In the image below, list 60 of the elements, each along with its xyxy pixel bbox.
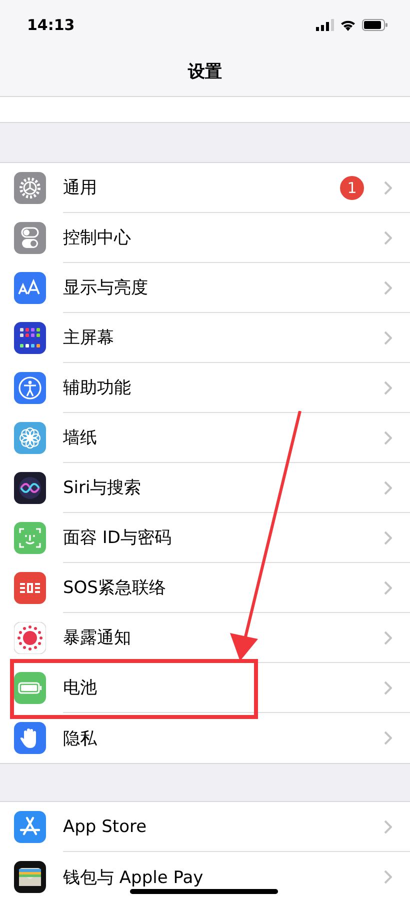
row-label: 控制中心 (63, 227, 132, 249)
battery-icon (14, 672, 46, 704)
chevron-icon (384, 680, 392, 694)
status-time: 14:13 (27, 16, 75, 34)
settings-row[interactable]: Siri与搜索 (0, 463, 410, 513)
settings-row[interactable]: 隐私 (0, 713, 410, 763)
chevron-icon (384, 731, 392, 745)
chevron-icon (384, 820, 392, 834)
row-label: 面容 ID与密码 (63, 527, 173, 549)
app-grid-icon (14, 322, 46, 354)
page-title: 设置 (188, 61, 222, 83)
flower-icon (14, 422, 46, 454)
wallet-icon (14, 861, 46, 893)
face-icon (14, 522, 46, 554)
accessibility-icon (14, 372, 46, 404)
notification-badge: 1 (340, 176, 364, 200)
row-label: Siri与搜索 (63, 477, 142, 499)
gear-icon (14, 172, 46, 204)
chevron-icon (384, 330, 392, 344)
signal-icon (316, 19, 334, 31)
row-label: 钱包与 Apple Pay (63, 866, 204, 888)
chevron-icon (384, 230, 392, 244)
battery-status-icon (362, 19, 388, 31)
hand-icon (14, 722, 46, 754)
settings-row[interactable]: 显示与亮度 (0, 263, 410, 313)
chevron-icon (384, 870, 392, 884)
settings-row[interactable]: 辅助功能 (0, 363, 410, 413)
settings-row[interactable]: 主屏幕 (0, 313, 410, 363)
row-label: 显示与亮度 (63, 277, 149, 299)
wifi-icon (340, 19, 356, 31)
chevron-icon (384, 180, 392, 194)
settings-row[interactable]: 墙纸 (0, 413, 410, 463)
row-label: 墙纸 (63, 427, 98, 449)
settings-row[interactable]: 电池 (0, 663, 410, 713)
settings-row[interactable]: 面容 ID与密码 (0, 513, 410, 563)
row-label: 隐私 (63, 728, 98, 750)
dotted-sun-icon (14, 622, 46, 654)
row-label: 电池 (63, 677, 98, 699)
chevron-icon (384, 380, 392, 394)
chevron-icon (384, 430, 392, 444)
chevron-icon (384, 580, 392, 594)
settings-row[interactable]: 控制中心 (0, 213, 410, 263)
text-size-icon (14, 272, 46, 304)
orb-icon (14, 472, 46, 504)
row-label: App Store (63, 816, 148, 836)
toggles-icon (14, 222, 46, 254)
chevron-icon (384, 630, 392, 644)
settings-row[interactable]: SOS紧急联络 (0, 563, 410, 613)
row-label: 暴露通知 (63, 627, 132, 649)
row-label: 主屏幕 (63, 327, 115, 349)
sos-icon (14, 572, 46, 604)
row-label: SOS紧急联络 (63, 577, 167, 599)
app-store-icon (14, 811, 46, 843)
chevron-icon (384, 280, 392, 294)
row-label: 通用 (63, 177, 98, 199)
row-label: 辅助功能 (63, 377, 132, 399)
chevron-icon (384, 480, 392, 494)
chevron-icon (384, 530, 392, 544)
settings-row[interactable]: App Store (0, 802, 410, 852)
settings-row[interactable]: 通用 1 (0, 163, 410, 213)
